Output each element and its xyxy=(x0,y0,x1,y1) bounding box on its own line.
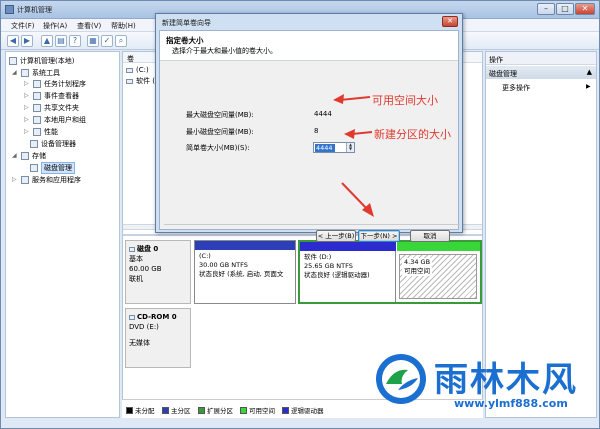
brand-url: www.ylmf888.com xyxy=(454,397,568,410)
arrow-next xyxy=(341,182,374,217)
brand-logo-icon xyxy=(376,354,426,404)
annotation-new-partition-size: 新建分区的大小 xyxy=(374,128,451,141)
arrow-available xyxy=(333,94,371,104)
watermark: 雨林木风 www.ylmf888.com xyxy=(372,348,598,414)
annotation-available-space: 可用空间大小 xyxy=(372,94,438,107)
arrow-new-size xyxy=(344,129,373,139)
brand-name: 雨林木风 xyxy=(434,360,578,400)
